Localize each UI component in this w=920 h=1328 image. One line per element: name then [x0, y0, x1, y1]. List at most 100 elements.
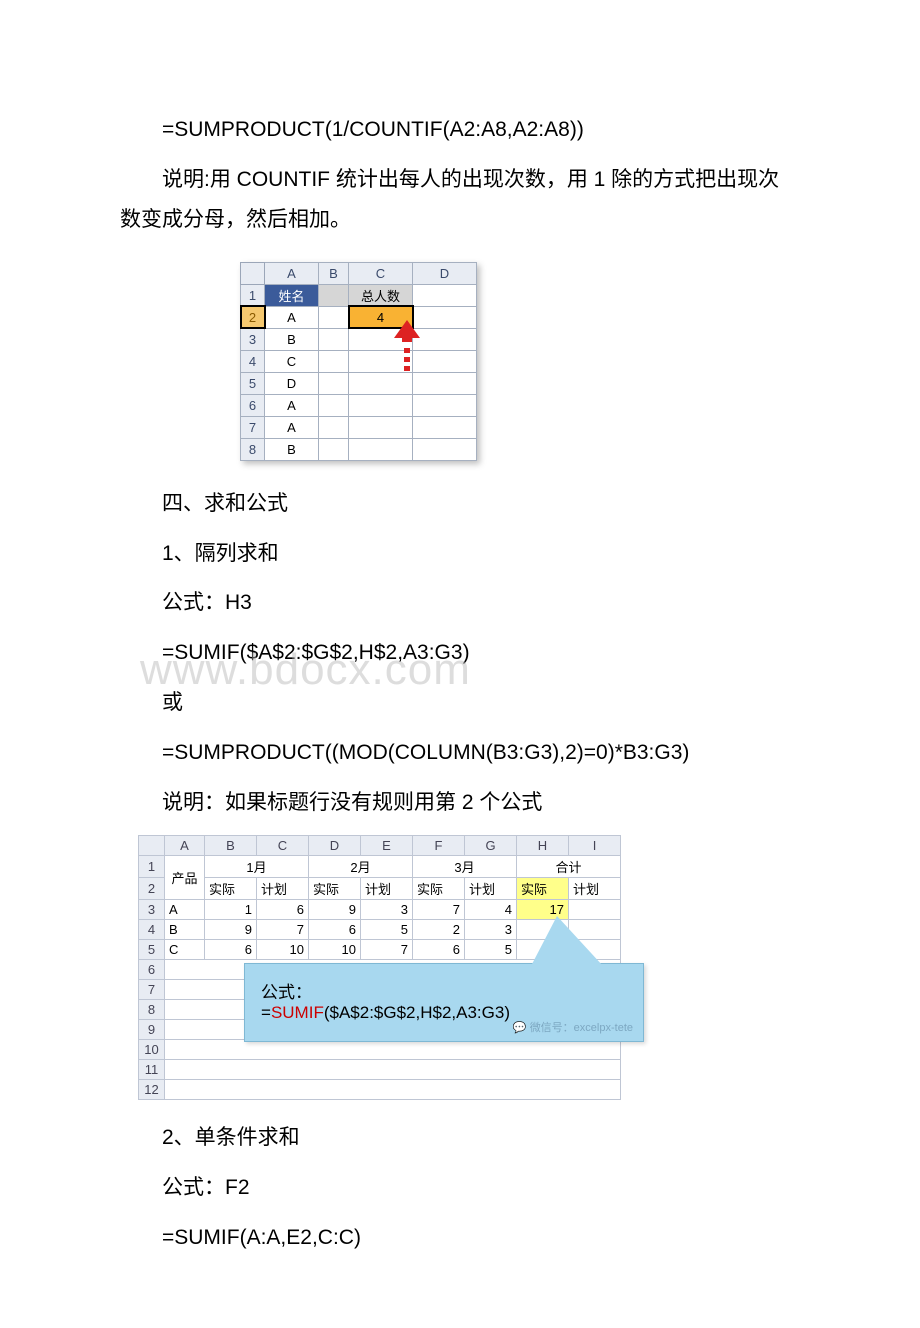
col-header: A	[165, 835, 205, 855]
cell	[319, 438, 349, 460]
cell: 7	[257, 919, 309, 939]
cell	[413, 394, 477, 416]
wechat-icon: 💬	[513, 1022, 530, 1034]
explain-text: 说明:用 COUNTIF 统计出每人的出现次数，用 1 除的方式把出现次数变成分…	[120, 160, 800, 240]
cell: 实际	[413, 877, 465, 899]
cell	[165, 1039, 621, 1059]
select-all-corner	[139, 835, 165, 855]
cell: 6	[257, 899, 309, 919]
row-header: 12	[139, 1079, 165, 1099]
row-header: 4	[139, 919, 165, 939]
row-header: 2	[241, 306, 265, 328]
cell: B	[265, 328, 319, 350]
row-header: 4	[241, 350, 265, 372]
cell: 合计	[517, 855, 621, 877]
cell	[413, 372, 477, 394]
row-header: 10	[139, 1039, 165, 1059]
cell	[413, 284, 477, 306]
row-header: 5	[241, 372, 265, 394]
col-header-c: C	[349, 262, 413, 284]
cell: A	[265, 394, 319, 416]
cell: A	[265, 416, 319, 438]
cell	[349, 416, 413, 438]
cell	[319, 328, 349, 350]
row-header: 1	[241, 284, 265, 306]
cell: 9	[205, 919, 257, 939]
cell	[413, 306, 477, 328]
cell: 5	[361, 919, 413, 939]
cell: 7	[361, 939, 413, 959]
col-header-d: D	[413, 262, 477, 284]
col-header: I	[569, 835, 621, 855]
cell: A	[165, 899, 205, 919]
cell: 计划	[465, 877, 517, 899]
row-header: 8	[139, 999, 165, 1019]
cell: 5	[465, 939, 517, 959]
wechat-label: 💬 微信号：excelpx-tete	[513, 1019, 633, 1035]
cell: 7	[413, 899, 465, 919]
cell: 计划	[361, 877, 413, 899]
cell: 2月	[309, 855, 413, 877]
cell: 6	[309, 919, 361, 939]
formula-text: =SUMIF($A$2:$G$2,H$2,A3:G3)	[120, 633, 800, 673]
item-text: 1、隔列求和	[120, 534, 800, 574]
explain-text: 说明：如果标题行没有规则用第 2 个公式	[120, 783, 800, 823]
row-header: 11	[139, 1059, 165, 1079]
section-heading: 四、求和公式	[120, 484, 800, 524]
cell	[165, 1059, 621, 1079]
callout-label: 公式：	[261, 978, 627, 1003]
row-header: 1	[139, 855, 165, 877]
formula-text: =SUMPRODUCT((MOD(COLUMN(B3:G3),2)=0)*B3:…	[120, 733, 800, 773]
col-header: B	[205, 835, 257, 855]
cell: 6	[413, 939, 465, 959]
or-text: 或	[120, 683, 800, 723]
col-header-b: B	[319, 262, 349, 284]
cell: 实际	[309, 877, 361, 899]
row-header: 7	[139, 979, 165, 999]
formula-callout: 公式： =SUMIF($A$2:$G$2,H$2,A3:G3) 💬 微信号：ex…	[244, 963, 644, 1042]
cell: D	[265, 372, 319, 394]
cell: 6	[205, 939, 257, 959]
row-header: 6	[139, 959, 165, 979]
cell	[165, 1079, 621, 1099]
row-header: 6	[241, 394, 265, 416]
cell: 实际	[205, 877, 257, 899]
formula-label: 公式：F2	[120, 1168, 800, 1208]
cell: 实际	[517, 877, 569, 899]
row-header: 2	[139, 877, 165, 899]
col-header: F	[413, 835, 465, 855]
item-text: 2、单条件求和	[120, 1118, 800, 1158]
cell: 3	[465, 919, 517, 939]
row-header: 7	[241, 416, 265, 438]
cell: 9	[309, 899, 361, 919]
formula-label: 公式：H3	[120, 583, 800, 623]
red-arrow-icon	[392, 320, 422, 377]
cell	[413, 438, 477, 460]
col-header: C	[257, 835, 309, 855]
cell	[413, 328, 477, 350]
col-header: G	[465, 835, 517, 855]
cell	[413, 416, 477, 438]
cell: C	[165, 939, 205, 959]
col-header-a: A	[265, 262, 319, 284]
cell: 计划	[569, 877, 621, 899]
cell: 总人数	[349, 284, 413, 306]
col-header: D	[309, 835, 361, 855]
cell	[319, 372, 349, 394]
cell: 计划	[257, 877, 309, 899]
col-header: H	[517, 835, 569, 855]
cell	[319, 416, 349, 438]
select-all-corner	[241, 262, 265, 284]
cell	[319, 306, 349, 328]
col-header: E	[361, 835, 413, 855]
cell: 产品	[165, 855, 205, 899]
cell: B	[265, 438, 319, 460]
row-header: 5	[139, 939, 165, 959]
cell: 1	[205, 899, 257, 919]
row-header: 3	[139, 899, 165, 919]
cell: C	[265, 350, 319, 372]
cell: 3	[361, 899, 413, 919]
cell: 10	[309, 939, 361, 959]
cell: 2	[413, 919, 465, 939]
excel-screenshot-1: A B C D 1 姓名 总人数 2 A 4 3B 4C 5D 6	[240, 262, 477, 461]
